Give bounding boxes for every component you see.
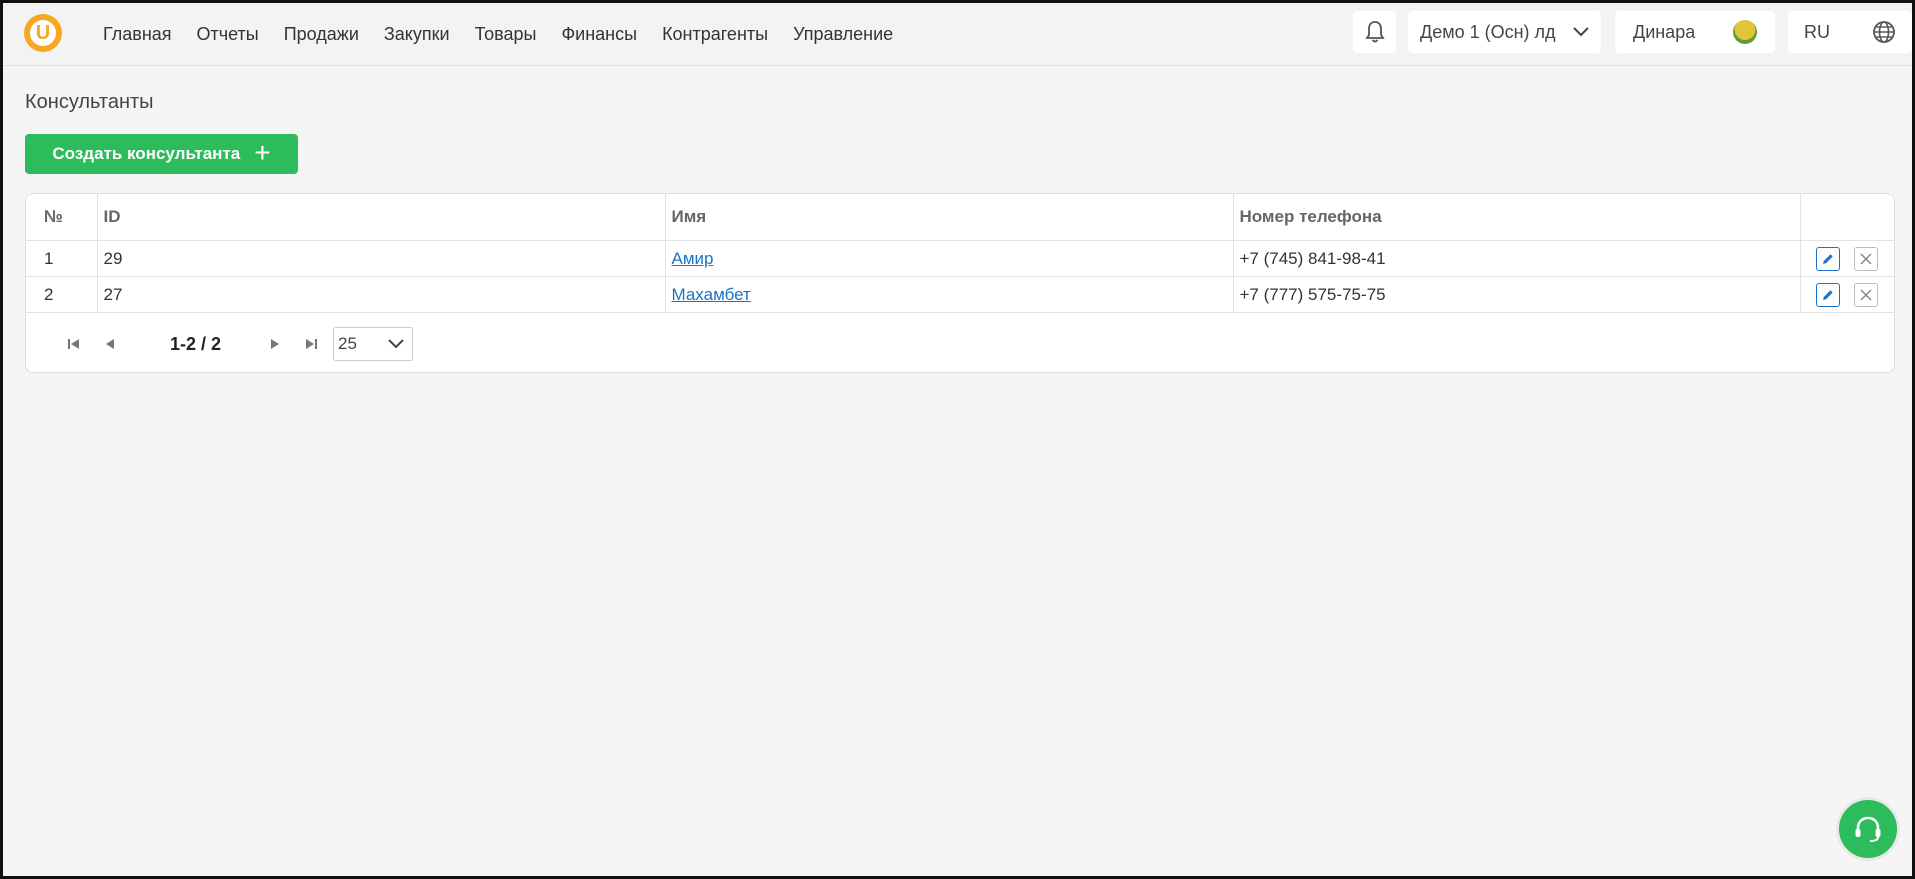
cell-actions (1799, 276, 1894, 313)
last-page-button[interactable] (301, 334, 321, 354)
first-page-button[interactable] (64, 334, 84, 354)
consultants-table-card: № ID Имя Номер телефона 1 29 Амир +7 (74… (25, 193, 1895, 373)
header-id: ID (96, 194, 666, 241)
close-icon (1860, 288, 1872, 301)
main-nav: Главная Отчеты Продажи Закупки Товары Фи… (103, 3, 918, 65)
delete-button[interactable] (1854, 246, 1879, 271)
cell-id: 29 (96, 240, 666, 277)
table-row: 2 27 Махамбет +7 (777) 575-75-75 (26, 276, 1894, 313)
edit-button[interactable] (1816, 246, 1841, 271)
language-selector[interactable]: RU (1788, 11, 1912, 53)
header-phone: Номер телефона (1232, 194, 1801, 241)
nav-item-purchases[interactable]: Закупки (384, 24, 450, 45)
cell-name: Амир (664, 240, 1234, 277)
nav-item-management[interactable]: Управление (793, 24, 893, 45)
nav-item-products[interactable]: Товары (475, 24, 537, 45)
next-page-icon (271, 339, 280, 349)
prev-page-icon (106, 339, 114, 349)
cell-num: 2 (26, 276, 98, 313)
consultant-name-link[interactable]: Амир (672, 249, 714, 268)
header-num: № (26, 194, 98, 241)
company-selector[interactable]: Демо 1 (Осн) лд (1408, 11, 1601, 53)
pagination: 1-2 / 2 25 (64, 326, 414, 362)
table-header-row: № ID Имя Номер телефона (26, 194, 1894, 241)
language-label: RU (1804, 21, 1830, 42)
top-navbar: U Главная Отчеты Продажи Закупки Товары … (3, 3, 1912, 66)
nav-item-counterparties[interactable]: Контрагенты (662, 24, 768, 45)
last-page-icon (306, 339, 318, 349)
cell-actions (1799, 240, 1894, 277)
create-consultant-button[interactable]: Создать консультанта + (25, 134, 298, 174)
notifications-button[interactable] (1353, 11, 1396, 53)
cell-phone: +7 (777) 575-75-75 (1232, 276, 1801, 313)
nav-item-finance[interactable]: Финансы (561, 24, 637, 45)
cell-id: 27 (96, 276, 666, 313)
page-title: Консультанты (25, 91, 154, 113)
next-page-button[interactable] (265, 334, 285, 354)
logo-letter: U (30, 20, 56, 46)
logo[interactable]: U (24, 14, 62, 52)
page-size-value: 25 (338, 334, 357, 353)
close-icon (1860, 252, 1872, 265)
table-row: 1 29 Амир +7 (745) 841-98-41 (26, 240, 1894, 277)
cell-name: Махамбет (664, 276, 1234, 313)
cell-num: 1 (26, 240, 98, 277)
user-name: Динара (1633, 21, 1696, 42)
header-name: Имя (664, 194, 1234, 241)
create-button-label: Создать консультанта (52, 144, 241, 163)
support-chat-button[interactable] (1836, 797, 1900, 861)
first-page-icon (68, 339, 79, 349)
nav-item-home[interactable]: Главная (103, 24, 172, 45)
prev-page-button[interactable] (100, 334, 120, 354)
nav-item-sales[interactable]: Продажи (284, 24, 359, 45)
pencil-icon (1823, 289, 1833, 300)
globe-icon (1873, 21, 1895, 43)
user-menu[interactable]: Динара (1615, 11, 1775, 53)
pencil-icon (1823, 253, 1833, 264)
pagination-info: 1-2 / 2 (170, 333, 222, 354)
delete-button[interactable] (1854, 282, 1879, 307)
consultant-name-link[interactable]: Махамбет (672, 285, 751, 304)
chevron-down-icon (1573, 27, 1589, 37)
consultants-table: № ID Имя Номер телефона 1 29 Амир +7 (74… (26, 194, 1894, 313)
bell-icon (1364, 21, 1385, 43)
company-label: Демо 1 (Осн) лд (1420, 21, 1556, 42)
cell-phone: +7 (745) 841-98-41 (1232, 240, 1801, 277)
plus-icon: + (254, 137, 271, 168)
nav-item-reports[interactable]: Отчеты (197, 24, 259, 45)
edit-button[interactable] (1816, 282, 1841, 307)
avatar (1733, 20, 1757, 44)
headset-icon (1855, 816, 1881, 842)
chevron-down-icon (388, 339, 404, 349)
header-actions (1799, 194, 1894, 241)
page-size-select[interactable]: 25 (333, 327, 414, 361)
